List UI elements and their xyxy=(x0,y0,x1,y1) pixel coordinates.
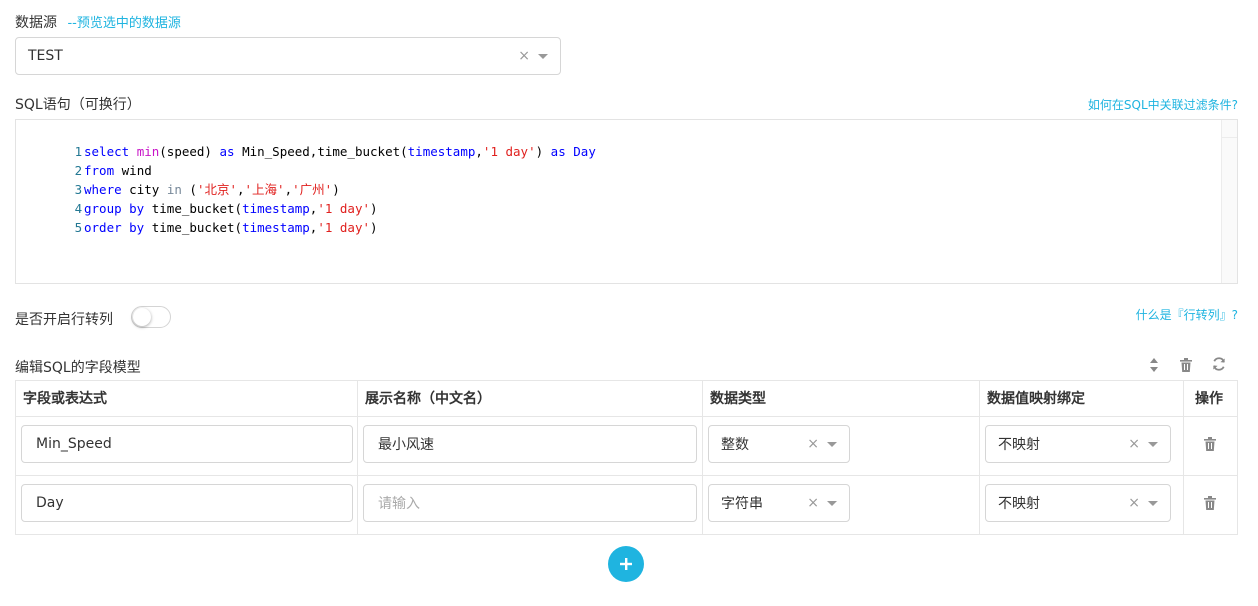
clear-icon[interactable]: × xyxy=(807,436,819,452)
sort-icon[interactable] xyxy=(1149,357,1159,373)
datasource-selected-value: TEST xyxy=(28,48,63,64)
code-line: 2 from wind xyxy=(16,141,1216,178)
trash-icon[interactable] xyxy=(1180,358,1192,372)
clear-icon[interactable]: × xyxy=(1128,436,1140,452)
type-selected-value: 整数 xyxy=(721,437,749,453)
mapping-select[interactable]: 不映射 × xyxy=(985,425,1171,463)
column-header-mapping: 数据值映射绑定 xyxy=(987,391,1085,407)
datasource-label: 数据源 --预览选中的数据源 xyxy=(15,12,181,32)
column-header-type: 数据类型 xyxy=(710,391,766,407)
type-select[interactable]: 整数 × xyxy=(708,425,850,463)
type-select[interactable]: 字符串 × xyxy=(708,484,850,522)
mapping-select[interactable]: 不映射 × xyxy=(985,484,1171,522)
column-header-display-name: 展示名称（中文名） xyxy=(365,391,491,407)
row-to-col-help-link[interactable]: 什么是『行转列』? xyxy=(1136,306,1238,323)
code-line: 4 group by time_bucket(timestamp,'1 day') xyxy=(16,179,1216,216)
field-model-table: 字段或表达式 展示名称（中文名） 数据类型 数据值映射绑定 操作 Min_Spe… xyxy=(15,380,1238,535)
clear-icon[interactable]: × xyxy=(518,48,530,64)
code-line: 5 order by time_bucket(timestamp,'1 day') xyxy=(16,198,1216,235)
mapping-selected-value: 不映射 xyxy=(998,496,1040,512)
sql-editor[interactable]: 1 select min(speed) as Min_Speed,time_buc… xyxy=(15,119,1238,284)
sql-help-link[interactable]: 如何在SQL中关联过滤条件? xyxy=(1088,96,1238,113)
table-row: Day 请输入 字符串 × 不映射 × xyxy=(16,476,1237,535)
editor-scrollbar[interactable] xyxy=(1221,120,1237,283)
row-to-col-label: 是否开启行转列 xyxy=(15,312,113,328)
code-line: 3 where city in ('北京','上海','广州') xyxy=(16,160,1216,197)
chevron-down-icon[interactable] xyxy=(538,53,548,59)
add-row-button[interactable] xyxy=(608,546,644,582)
sql-label: SQL语句（可换行） xyxy=(15,97,141,113)
datasource-label-text: 数据源 xyxy=(15,15,57,31)
clear-icon[interactable]: × xyxy=(1128,495,1140,511)
trash-icon[interactable] xyxy=(1204,437,1218,453)
display-name-input[interactable]: 最小风速 xyxy=(363,425,697,463)
datasource-select[interactable]: TEST × xyxy=(15,37,561,75)
clear-icon[interactable]: × xyxy=(807,495,819,511)
table-row: Min_Speed 最小风速 整数 × 不映射 × xyxy=(16,417,1237,476)
chevron-down-icon[interactable] xyxy=(1148,500,1158,506)
table-header: 字段或表达式 展示名称（中文名） 数据类型 数据值映射绑定 操作 xyxy=(16,381,1237,417)
chevron-down-icon[interactable] xyxy=(827,441,837,447)
column-header-field: 字段或表达式 xyxy=(23,391,107,407)
plus-icon xyxy=(620,558,632,570)
column-header-actions: 操作 xyxy=(1195,391,1223,407)
trash-icon[interactable] xyxy=(1204,496,1218,512)
chevron-down-icon[interactable] xyxy=(827,500,837,506)
row-to-col-toggle[interactable] xyxy=(131,306,171,328)
chevron-down-icon[interactable] xyxy=(1148,441,1158,447)
type-selected-value: 字符串 xyxy=(721,496,763,512)
field-model-title: 编辑SQL的字段模型 xyxy=(15,360,141,376)
display-name-input[interactable]: 请输入 xyxy=(363,484,697,522)
mapping-selected-value: 不映射 xyxy=(998,437,1040,453)
refresh-icon[interactable] xyxy=(1212,357,1226,371)
field-input[interactable]: Min_Speed xyxy=(21,425,353,463)
code-line: 1 select min(speed) as Min_Speed,time_buc… xyxy=(16,122,1216,159)
datasource-hint: --预览选中的数据源 xyxy=(67,16,181,31)
field-input[interactable]: Day xyxy=(21,484,353,522)
toggle-knob xyxy=(133,308,151,326)
